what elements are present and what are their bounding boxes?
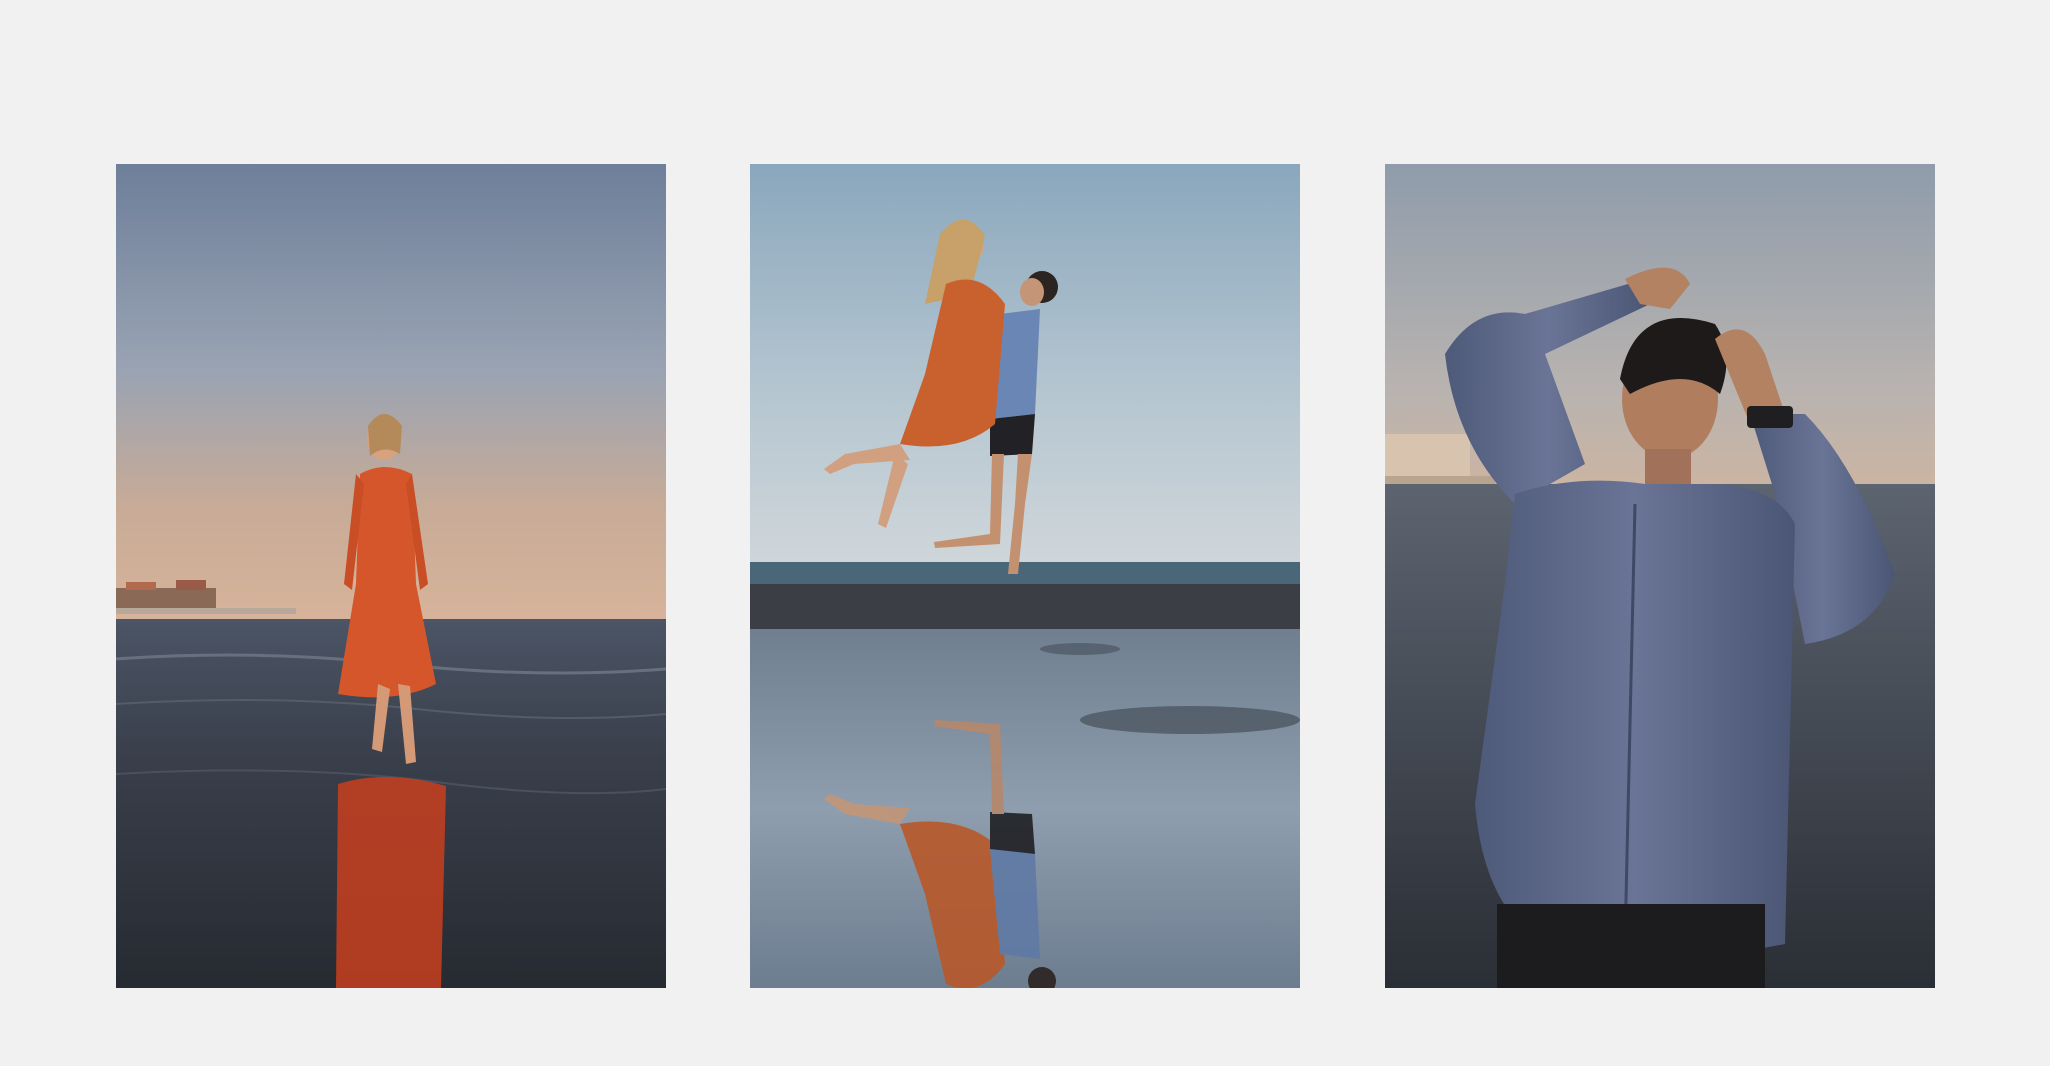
gallery-photo-couple-embrace[interactable] <box>750 164 1300 988</box>
photo-gallery <box>0 0 2050 1066</box>
couple-reflection-image <box>750 164 1300 988</box>
gallery-photo-woman-walking[interactable] <box>116 164 666 988</box>
gallery-photo-man-portrait[interactable] <box>1385 164 1935 988</box>
woman-beach-image <box>116 164 666 988</box>
man-portrait-image <box>1385 164 1935 988</box>
